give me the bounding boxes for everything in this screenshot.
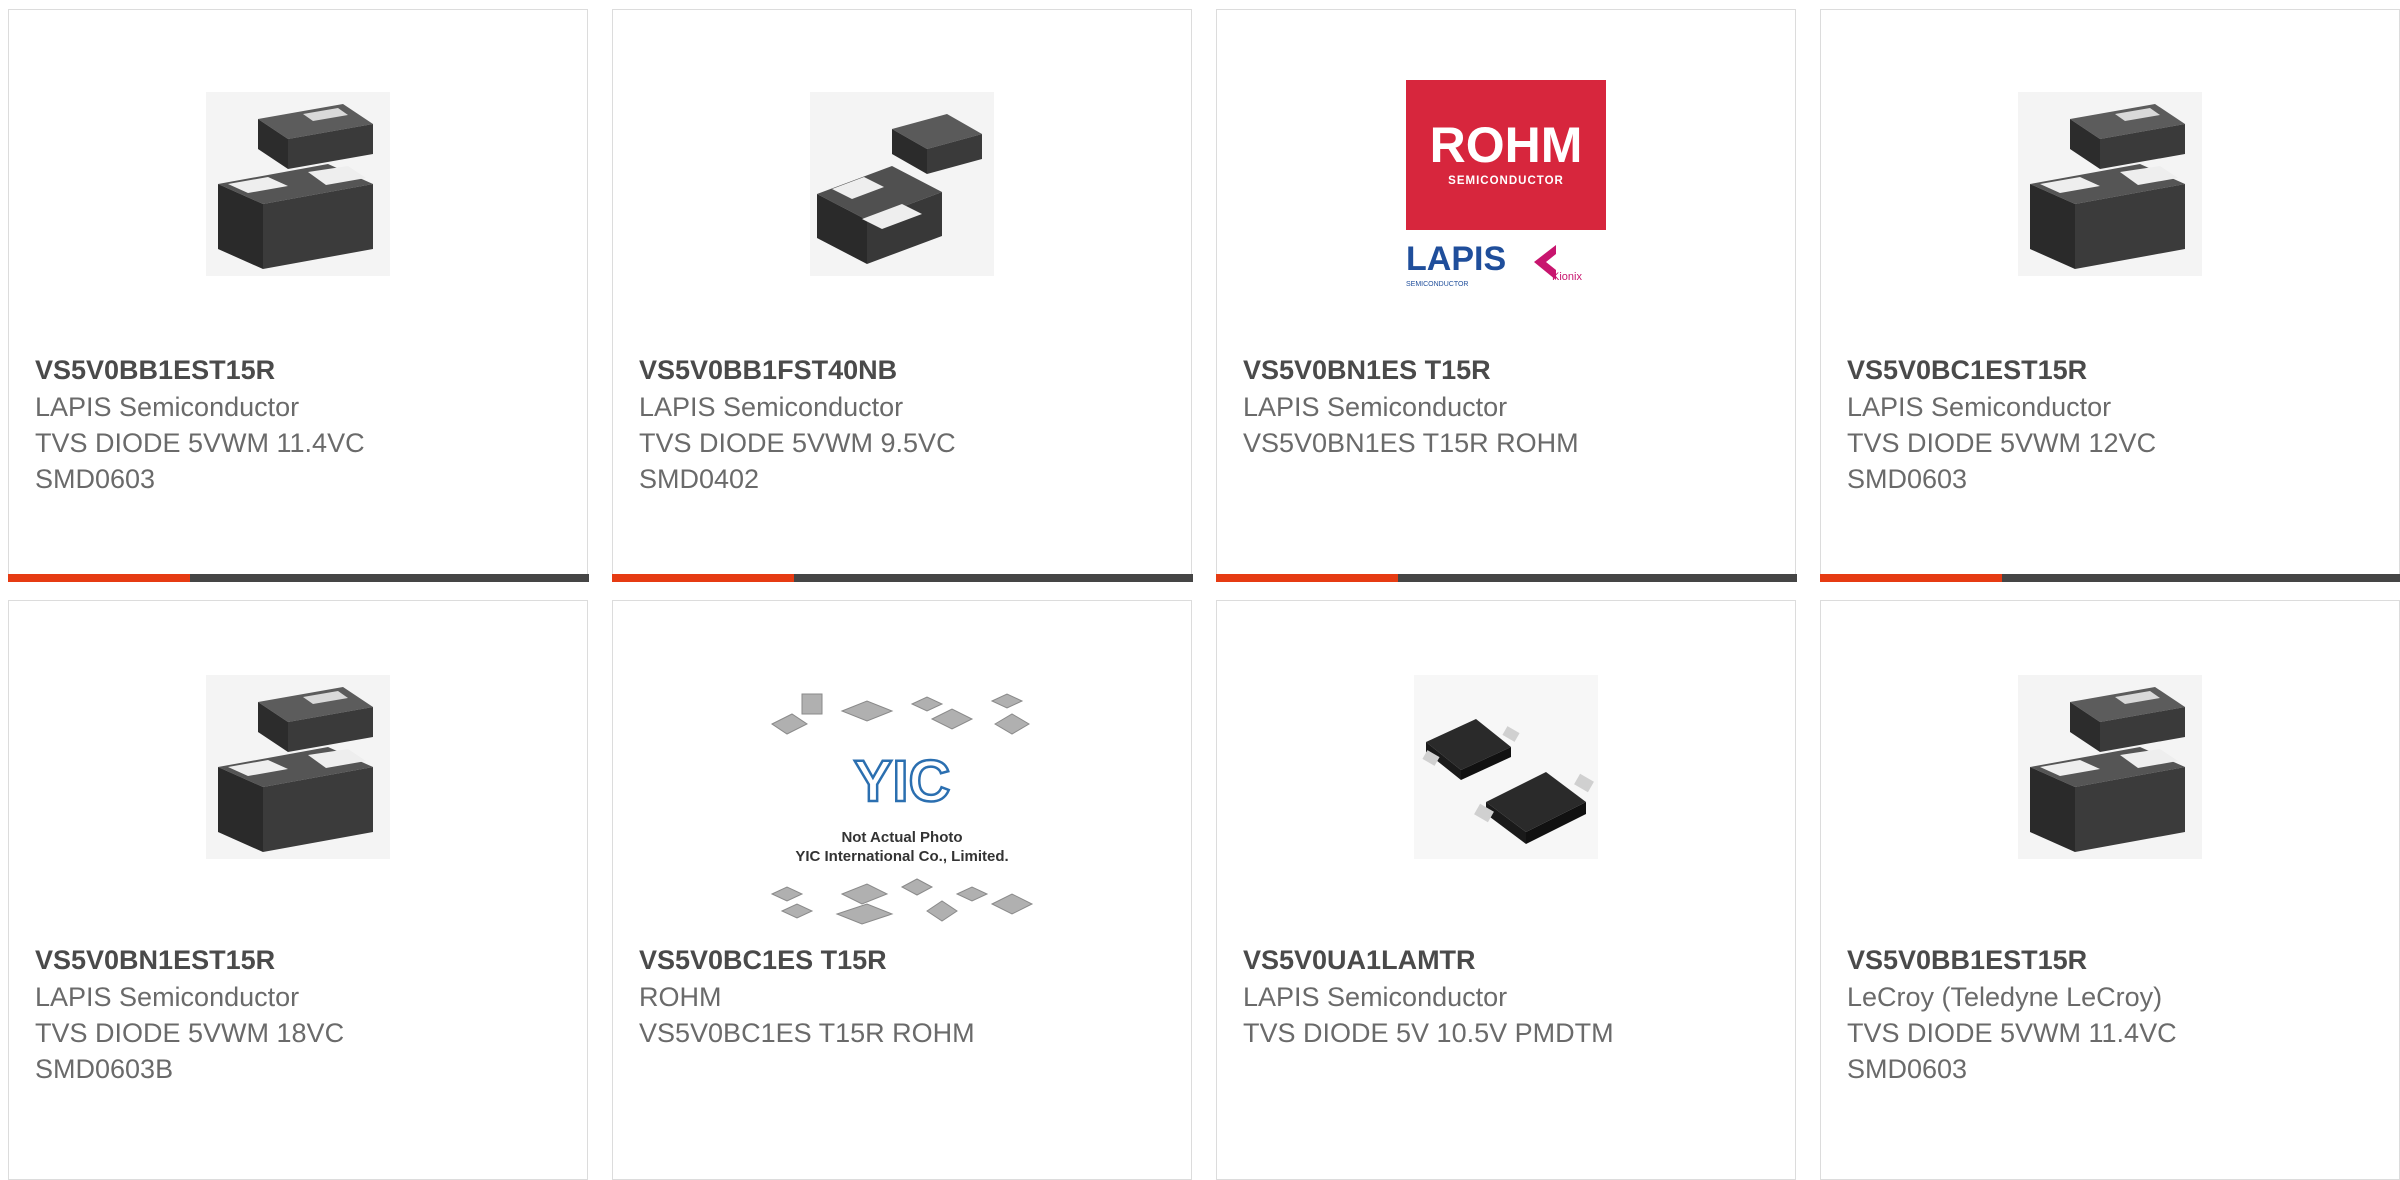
part-number[interactable]: VS5V0BC1ES T15R [639, 942, 1171, 979]
description: VS5V0BN1ES T15R ROHM [1243, 425, 1775, 461]
part-number[interactable]: VS5V0BN1ES T15R [1243, 352, 1775, 389]
description: TVS DIODE 5VWM 18VC [35, 1015, 567, 1051]
description: TVS DIODE 5VWM 11.4VC [1847, 1015, 2379, 1051]
manufacturer: LAPIS Semiconductor [1243, 389, 1775, 425]
package: SMD0402 [639, 461, 1171, 497]
description: TVS DIODE 5VWM 11.4VC [35, 425, 567, 461]
smd-diode-package-icon [802, 84, 1002, 284]
product-card[interactable]: VS5V0BC1EST15R LAPIS Semiconductor TVS D… [1820, 9, 2400, 581]
product-card[interactable]: VS5V0BB1EST15R LeCroy (Teledyne LeCroy) … [1820, 600, 2400, 1180]
product-card[interactable]: YIC Not Actual Photo YIC International C… [612, 600, 1192, 1180]
manufacturer: LeCroy (Teledyne LeCroy) [1847, 979, 2379, 1015]
rohm-lapis-kionix-logo: ROHM SEMICONDUCTOR LAPIS SEMICONDUCTOR K… [1406, 80, 1606, 295]
rohm-logo-text: ROHM [1430, 117, 1583, 173]
part-number[interactable]: VS5V0BB1EST15R [35, 352, 567, 389]
product-grid: VS5V0BB1EST15R LAPIS Semiconductor TVS D… [0, 0, 2400, 1161]
not-actual-photo-text: Not Actual Photo [841, 829, 962, 846]
package: SMD0603B [35, 1051, 567, 1087]
card-accent-bar [1820, 574, 2400, 582]
product-card[interactable]: VS5V0BN1EST15R LAPIS Semiconductor TVS D… [8, 600, 588, 1180]
manufacturer: ROHM [639, 979, 1171, 1015]
manufacturer: LAPIS Semiconductor [35, 389, 567, 425]
yic-not-actual-photo-placeholder: YIC Not Actual Photo YIC International C… [767, 689, 1037, 934]
part-number[interactable]: VS5V0BB1FST40NB [639, 352, 1171, 389]
product-card[interactable]: ROHM SEMICONDUCTOR LAPIS SEMICONDUCTOR K… [1216, 9, 1796, 581]
manufacturer: LAPIS Semiconductor [35, 979, 567, 1015]
card-accent-bar [8, 574, 589, 582]
yic-company-text: YIC International Co., Limited. [795, 848, 1008, 865]
lapis-logo-text: LAPIS [1406, 240, 1506, 278]
smd-diode-package-icon [2010, 84, 2210, 284]
part-number[interactable]: VS5V0BC1EST15R [1847, 352, 2379, 389]
pmdtm-package-icon [1406, 667, 1606, 867]
description: TVS DIODE 5V 10.5V PMDTM [1243, 1015, 1775, 1051]
kionix-logo-text: Kionix [1552, 271, 1582, 283]
part-number[interactable]: VS5V0BB1EST15R [1847, 942, 2379, 979]
smd-diode-package-icon [2010, 667, 2210, 867]
product-card[interactable]: VS5V0BB1EST15R LAPIS Semiconductor TVS D… [8, 9, 588, 581]
description: TVS DIODE 5VWM 12VC [1847, 425, 2379, 461]
manufacturer: LAPIS Semiconductor [1847, 389, 2379, 425]
package: SMD0603 [1847, 1051, 2379, 1087]
package: SMD0603 [35, 461, 567, 497]
card-accent-bar [612, 574, 1193, 582]
package: SMD0603 [1847, 461, 2379, 497]
yic-logo-text: YIC [854, 749, 951, 814]
description: VS5V0BC1ES T15R ROHM [639, 1015, 1171, 1051]
manufacturer: LAPIS Semiconductor [639, 389, 1171, 425]
smd-diode-package-icon [198, 84, 398, 284]
rohm-logo-subtitle: SEMICONDUCTOR [1448, 175, 1564, 187]
product-card[interactable]: VS5V0BB1FST40NB LAPIS Semiconductor TVS … [612, 9, 1192, 581]
smd-diode-package-icon [198, 667, 398, 867]
manufacturer: LAPIS Semiconductor [1243, 979, 1775, 1015]
lapis-logo-subtitle: SEMICONDUCTOR [1406, 281, 1468, 288]
part-number[interactable]: VS5V0UA1LAMTR [1243, 942, 1775, 979]
card-accent-bar [1216, 574, 1797, 582]
description: TVS DIODE 5VWM 9.5VC [639, 425, 1171, 461]
part-number[interactable]: VS5V0BN1EST15R [35, 942, 567, 979]
product-card[interactable]: VS5V0UA1LAMTR LAPIS Semiconductor TVS DI… [1216, 600, 1796, 1180]
